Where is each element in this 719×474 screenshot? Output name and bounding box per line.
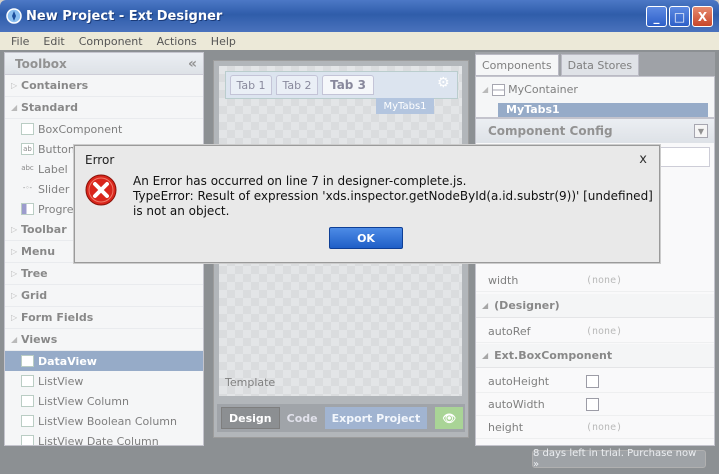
ok-button[interactable]: OK (329, 227, 403, 249)
error-icon (85, 174, 117, 206)
dialog-message-line1: An Error has occurred on line 7 in desig… (133, 174, 467, 188)
menu-actions[interactable]: Actions (150, 35, 204, 48)
dialog-close-icon[interactable]: x (639, 152, 647, 167)
error-dialog: Error x An Error has occurred on line 7 … (74, 145, 660, 263)
maximize-button[interactable]: □ (669, 6, 690, 27)
menu-help[interactable]: Help (204, 35, 243, 48)
window-title: New Project - Ext Designer (26, 8, 223, 24)
menu-file[interactable]: File (4, 35, 36, 48)
dialog-message-line2: TypeError: Result of expression 'xds.ins… (133, 189, 657, 218)
window-titlebar: New Project - Ext Designer _ □ X (0, 0, 719, 32)
menu-component[interactable]: Component (72, 35, 150, 48)
app-icon (6, 8, 22, 24)
minimize-button[interactable]: _ (646, 6, 667, 27)
close-window-button[interactable]: X (692, 6, 713, 27)
menu-edit[interactable]: Edit (36, 35, 71, 48)
menu-bar: File Edit Component Actions Help (0, 32, 719, 50)
dialog-message: An Error has occurred on line 7 in desig… (133, 174, 653, 219)
dialog-title: Error (85, 153, 115, 167)
